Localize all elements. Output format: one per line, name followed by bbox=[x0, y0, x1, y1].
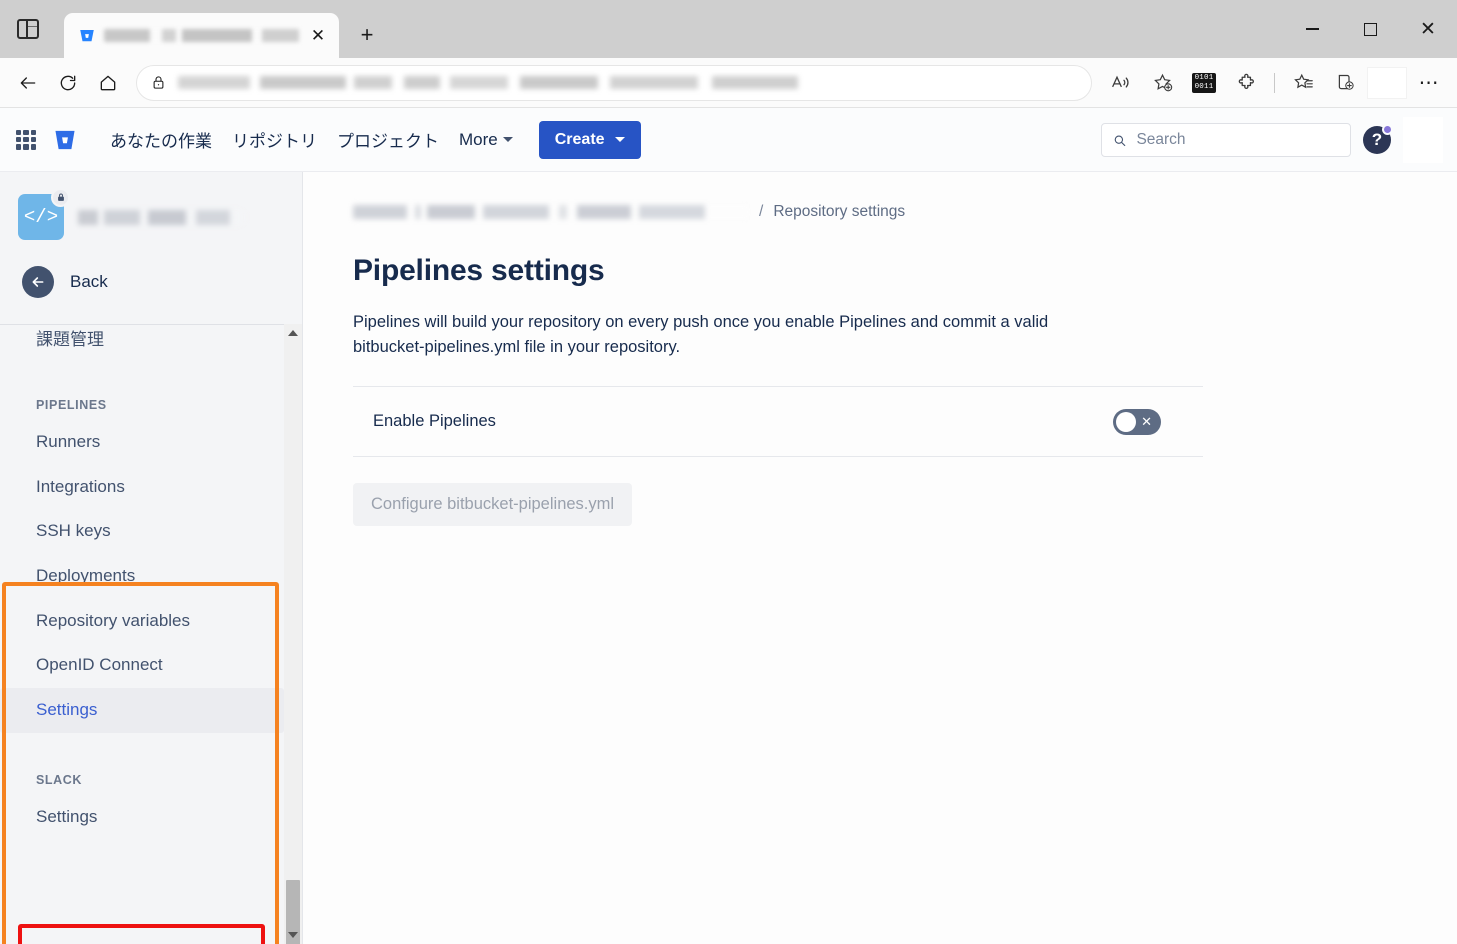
settings-and-more-icon[interactable]: ⋯ bbox=[1409, 65, 1449, 101]
sidebar-item-deployments[interactable]: Deployments bbox=[0, 554, 302, 599]
page-description: Pipelines will build your repository on … bbox=[353, 310, 1113, 360]
app-navbar: あなたの作業 リポジトリ プロジェクト More Create ? bbox=[0, 108, 1457, 172]
chevron-down-icon bbox=[615, 137, 625, 142]
split-view-icon bbox=[17, 19, 39, 39]
app-switcher-icon[interactable] bbox=[16, 130, 36, 150]
binary-line-2: 0011 bbox=[1192, 83, 1216, 93]
sidebar-scroll-area: 課題管理 PIPELINES Runners Integrations SSH … bbox=[0, 324, 302, 944]
binary-glyph: 0101 0011 bbox=[1192, 73, 1216, 93]
lock-icon bbox=[51, 188, 70, 207]
collections-icon[interactable] bbox=[1325, 65, 1365, 101]
add-favorite-icon[interactable] bbox=[1142, 65, 1182, 101]
binary-line-1: 0101 bbox=[1192, 74, 1216, 84]
back-icon[interactable] bbox=[8, 65, 48, 101]
home-icon[interactable] bbox=[88, 65, 128, 101]
profile-placeholder[interactable] bbox=[1367, 67, 1407, 99]
lock-icon bbox=[151, 74, 166, 91]
sidebar-section-issues[interactable]: 課題管理 bbox=[0, 324, 302, 360]
repository-header[interactable]: </> bbox=[0, 172, 302, 246]
back-button[interactable]: Back bbox=[0, 246, 302, 314]
new-tab-button[interactable]: + bbox=[349, 17, 385, 53]
breadcrumb-current[interactable]: Repository settings bbox=[773, 203, 905, 221]
window-controls: ✕ bbox=[1283, 0, 1457, 58]
url-text bbox=[178, 76, 1077, 89]
search-input[interactable] bbox=[1136, 131, 1339, 149]
chevron-down-icon bbox=[503, 137, 513, 142]
browser-window: ✕ + ✕ bbox=[0, 0, 1457, 944]
tab-title bbox=[104, 29, 299, 42]
page-body: </> Back bbox=[0, 172, 1457, 944]
configure-pipelines-yml-button[interactable]: Configure bitbucket-pipelines.yml bbox=[353, 483, 632, 526]
sidebar-scrollbar[interactable] bbox=[284, 324, 302, 944]
toggle-knob bbox=[1116, 412, 1136, 432]
sidebar-item-ssh-keys[interactable]: SSH keys bbox=[0, 509, 302, 554]
read-aloud-icon[interactable] bbox=[1100, 65, 1140, 101]
enable-pipelines-toggle[interactable]: ✕ bbox=[1113, 409, 1161, 435]
page-title: Pipelines settings bbox=[353, 254, 1457, 288]
nav-label: More bbox=[459, 130, 498, 150]
address-bar[interactable] bbox=[136, 65, 1092, 101]
sidebar-nav: 課題管理 PIPELINES Runners Integrations SSH … bbox=[0, 324, 302, 840]
nav-item-projects[interactable]: プロジェクト bbox=[327, 121, 449, 158]
breadcrumb-blurred-items bbox=[353, 205, 749, 219]
browser-tab[interactable]: ✕ bbox=[64, 13, 339, 58]
sidebar-item-repository-variables[interactable]: Repository variables bbox=[0, 599, 302, 644]
code-glyph: </> bbox=[24, 206, 58, 228]
sidebar-item-slack-settings[interactable]: Settings bbox=[0, 795, 302, 840]
browser-titlebar: ✕ + ✕ bbox=[0, 0, 1457, 58]
notification-dot bbox=[1382, 124, 1393, 135]
bitbucket-favicon bbox=[78, 27, 96, 45]
sidebar-item-integrations[interactable]: Integrations bbox=[0, 465, 302, 510]
avatar-placeholder[interactable] bbox=[1403, 117, 1443, 163]
enable-pipelines-label: Enable Pipelines bbox=[353, 412, 496, 431]
help-button[interactable]: ? bbox=[1363, 126, 1391, 154]
nav-item-repositories[interactable]: リポジトリ bbox=[222, 121, 327, 158]
main-content: / Repository settings Pipelines settings… bbox=[303, 172, 1457, 944]
toolbar-right-group: 0101 0011 bbox=[1100, 65, 1449, 101]
extensions-icon[interactable] bbox=[1226, 65, 1266, 101]
favorites-icon[interactable] bbox=[1283, 65, 1323, 101]
sidebar-item-runners[interactable]: Runners bbox=[0, 420, 302, 465]
search-icon bbox=[1113, 133, 1126, 148]
scroll-down-arrow-icon[interactable] bbox=[284, 926, 302, 944]
bitbucket-logo[interactable] bbox=[52, 127, 78, 153]
sidebar-item-openid-connect[interactable]: OpenID Connect bbox=[0, 643, 302, 688]
reload-icon[interactable] bbox=[48, 65, 88, 101]
enable-pipelines-row: Enable Pipelines ✕ bbox=[353, 387, 1203, 457]
back-arrow-icon bbox=[22, 266, 54, 298]
nav-item-your-work[interactable]: あなたの作業 bbox=[100, 121, 222, 158]
repository-sidebar: </> Back bbox=[0, 172, 303, 944]
maximize-button[interactable] bbox=[1341, 0, 1399, 58]
browser-toolbar: 0101 0011 bbox=[0, 58, 1457, 108]
scroll-up-arrow-icon[interactable] bbox=[284, 324, 302, 342]
nav-item-more[interactable]: More bbox=[449, 124, 523, 156]
create-label: Create bbox=[555, 131, 605, 149]
minimize-button[interactable] bbox=[1283, 0, 1341, 58]
sidebar-item-pipelines-settings[interactable]: Settings bbox=[0, 688, 284, 733]
repository-name bbox=[78, 210, 244, 225]
tab-actions-button[interactable] bbox=[0, 4, 56, 54]
sidebar-group-slack: SLACK bbox=[0, 759, 302, 795]
breadcrumb: / Repository settings bbox=[353, 202, 1457, 222]
sidebar-group-pipelines: PIPELINES bbox=[0, 384, 302, 420]
tab-close-icon[interactable]: ✕ bbox=[307, 25, 329, 47]
nav-label: あなたの作業 bbox=[110, 127, 212, 152]
toggle-off-icon: ✕ bbox=[1141, 415, 1152, 428]
nav-label: プロジェクト bbox=[337, 127, 439, 152]
search-field[interactable] bbox=[1101, 123, 1351, 157]
nav-label: リポジトリ bbox=[232, 127, 317, 152]
repository-avatar: </> bbox=[18, 194, 64, 240]
binary-code-icon[interactable]: 0101 0011 bbox=[1184, 65, 1224, 101]
back-label: Back bbox=[70, 272, 108, 292]
breadcrumb-separator: / bbox=[759, 203, 763, 221]
create-button[interactable]: Create bbox=[539, 121, 641, 159]
close-window-button[interactable]: ✕ bbox=[1399, 0, 1457, 58]
toolbar-divider bbox=[1274, 73, 1275, 93]
app-navbar-right: ? bbox=[1101, 108, 1443, 172]
